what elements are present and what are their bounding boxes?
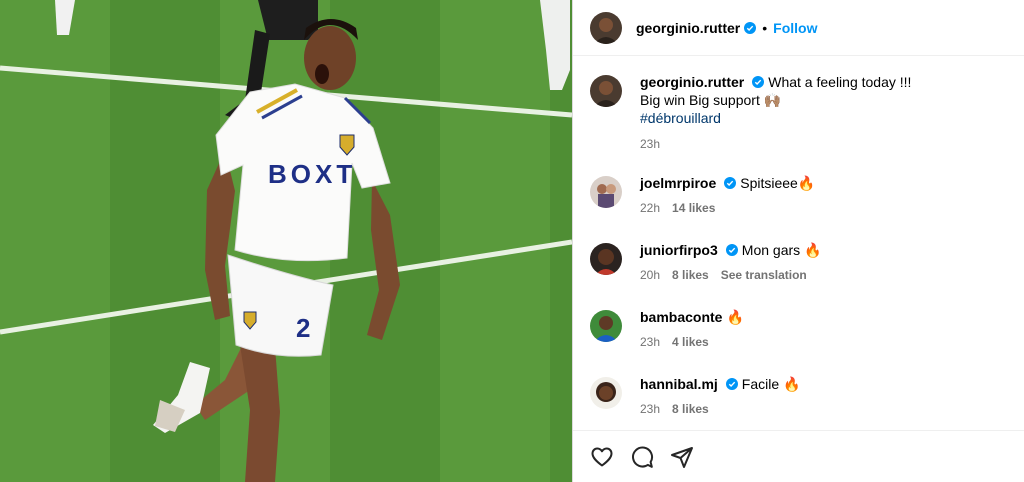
author-username[interactable]: georginio.rutter [636,20,740,36]
verified-icon [724,177,737,189]
caption-text: What a feeling today !!! [768,74,912,90]
comment-likes[interactable]: 8 likes [672,400,709,418]
caption-avatar[interactable] [590,75,622,107]
author-avatar[interactable] [590,11,622,44]
comment-text: Spitsieee🔥 [740,175,816,191]
instagram-post: BOXT 2 georginio.rutter • Follow georgin… [0,0,1024,482]
heart-icon[interactable] [590,445,614,469]
comment-likes[interactable]: 8 likes [672,266,709,284]
comment-username[interactable]: bambaconte [640,309,722,325]
photo-illustration: BOXT 2 [0,0,572,482]
verified-icon [725,378,738,390]
comment-username[interactable]: hannibal.mj [640,376,718,392]
see-translation-link[interactable]: See translation [721,266,807,284]
shorts-number-text: 2 [296,313,310,343]
comment-icon[interactable] [630,445,654,469]
caption-line2: Big win Big support 🙌🏽 [640,92,782,108]
follow-button[interactable]: Follow [773,20,817,36]
share-icon[interactable] [670,445,694,469]
caption-body: georginio.rutter What a feeling today !!!… [640,73,911,153]
comment-time[interactable]: 23h [640,400,660,418]
caption-row: georginio.rutter What a feeling today !!!… [590,73,1012,153]
comment-likes[interactable]: 14 likes [672,199,715,217]
action-bar [573,430,1024,482]
caption-hashtag[interactable]: #débrouillard [640,109,911,127]
comment-username[interactable]: joelmrpiroe [640,175,716,191]
verified-icon [744,21,757,34]
comment-username[interactable]: juniorfirpo3 [640,242,718,258]
comment-text: 🔥 [726,309,744,325]
post-header: georginio.rutter • Follow [573,0,1024,56]
post-sidebar: georginio.rutter • Follow georginio.rutt… [572,0,1024,482]
comment-row: juniorfirpo3 Mon gars 🔥 20h 8 likes See t… [590,241,1012,284]
verified-icon [725,244,738,256]
verified-icon [752,76,765,88]
comment-text: Facile 🔥 [741,376,801,392]
comment-avatar[interactable] [590,176,622,208]
comment-row: joelmrpiroe Spitsieee🔥 22h 14 likes [590,174,1012,217]
comment-time[interactable]: 20h [640,266,660,284]
comment-avatar[interactable] [590,243,622,275]
post-photo[interactable]: BOXT 2 [0,0,572,482]
caption-time[interactable]: 23h [640,135,660,153]
comments-list[interactable]: georginio.rutter What a feeling today !!!… [573,57,1024,430]
comment-row: hannibal.mj Facile 🔥 23h 8 likes [590,375,1012,418]
comment-row: bambaconte 🔥 23h 4 likes [590,308,1012,351]
caption-username[interactable]: georginio.rutter [640,74,744,90]
comment-time[interactable]: 22h [640,199,660,217]
jersey-sponsor-text: BOXT [268,159,356,189]
comment-text: Mon gars 🔥 [741,242,822,258]
comment-likes[interactable]: 4 likes [672,333,709,351]
comment-time[interactable]: 23h [640,333,660,351]
header-separator: • [762,19,768,36]
comment-avatar[interactable] [590,377,622,409]
comment-avatar[interactable] [590,310,622,342]
